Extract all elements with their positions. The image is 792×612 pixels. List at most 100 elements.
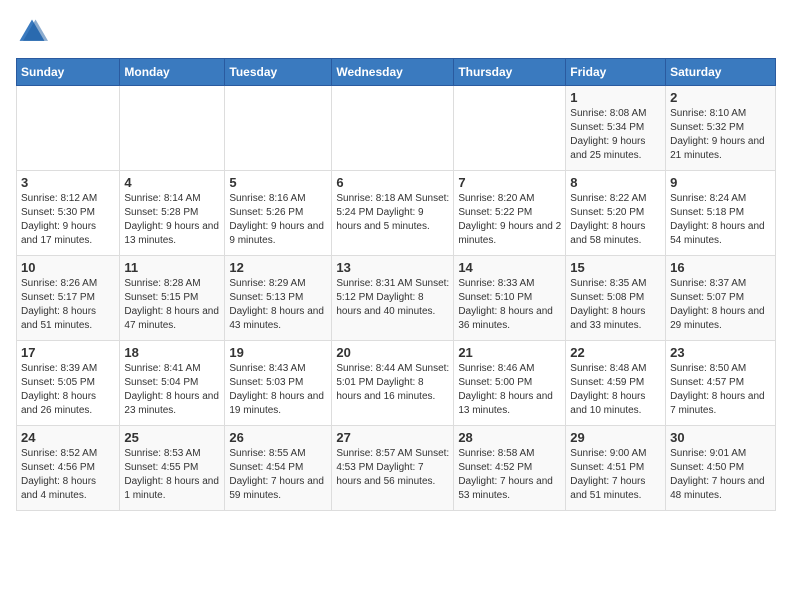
calendar-cell: 25Sunrise: 8:53 AM Sunset: 4:55 PM Dayli…	[120, 426, 225, 511]
day-info: Sunrise: 8:57 AM Sunset: 4:53 PM Dayligh…	[336, 447, 449, 489]
calendar-cell: 6 Sunrise: 8:18 AM Sunset: 5:24 PM Daylig…	[332, 171, 454, 256]
calendar-cell: 28 Sunrise: 8:58 AM Sunset: 4:52 PM Dayli…	[454, 426, 566, 511]
day-number: 17	[21, 345, 115, 360]
header-day: Monday	[120, 59, 225, 86]
day-number: 4	[124, 175, 220, 190]
day-number: 29	[570, 430, 661, 445]
header-day: Tuesday	[225, 59, 332, 86]
calendar-cell: 1 Sunrise: 8:08 AM Sunset: 5:34 PM Daylig…	[566, 86, 666, 171]
page-header	[16, 16, 776, 48]
calendar-cell: 2 Sunrise: 8:10 AM Sunset: 5:32 PM Daylig…	[666, 86, 776, 171]
day-number: 14	[458, 260, 561, 275]
day-number: 10	[21, 260, 115, 275]
day-number: 28	[458, 430, 561, 445]
day-number: 6	[336, 175, 449, 190]
day-info: Sunrise: 8:20 AM Sunset: 5:22 PM Dayligh…	[458, 192, 561, 248]
calendar-cell: 10 Sunrise: 8:26 AM Sunset: 5:17 PM Dayli…	[17, 256, 120, 341]
calendar-cell: 29 Sunrise: 9:00 AM Sunset: 4:51 PM Dayli…	[566, 426, 666, 511]
day-number: 18	[124, 345, 220, 360]
logo-icon	[16, 16, 48, 48]
calendar-header: SundayMondayTuesdayWednesdayThursdayFrid…	[17, 59, 776, 86]
header-day: Thursday	[454, 59, 566, 86]
day-number: 22	[570, 345, 661, 360]
day-info: Sunrise: 8:16 AM Sunset: 5:26 PM Dayligh…	[229, 192, 327, 248]
day-number: 20	[336, 345, 449, 360]
day-number: 25	[124, 430, 220, 445]
day-number: 27	[336, 430, 449, 445]
day-info: Sunrise: 8:29 AM Sunset: 5:13 PM Dayligh…	[229, 277, 327, 333]
calendar-cell: 12 Sunrise: 8:29 AM Sunset: 5:13 PM Dayli…	[225, 256, 332, 341]
calendar-cell: 19 Sunrise: 8:43 AM Sunset: 5:03 PM Dayli…	[225, 341, 332, 426]
calendar-cell: 20 Sunrise: 8:44 AM Sunset: 5:01 PM Dayli…	[332, 341, 454, 426]
logo	[16, 16, 52, 48]
calendar-cell: 8Sunrise: 8:22 AM Sunset: 5:20 PM Daylig…	[566, 171, 666, 256]
day-number: 3	[21, 175, 115, 190]
day-number: 1	[570, 90, 661, 105]
day-number: 26	[229, 430, 327, 445]
day-info: Sunrise: 9:01 AM Sunset: 4:50 PM Dayligh…	[670, 447, 771, 503]
calendar-cell: 7 Sunrise: 8:20 AM Sunset: 5:22 PM Daylig…	[454, 171, 566, 256]
header-day: Sunday	[17, 59, 120, 86]
day-number: 13	[336, 260, 449, 275]
day-info: Sunrise: 8:18 AM Sunset: 5:24 PM Dayligh…	[336, 192, 449, 234]
day-number: 19	[229, 345, 327, 360]
calendar-cell: 24 Sunrise: 8:52 AM Sunset: 4:56 PM Dayli…	[17, 426, 120, 511]
day-number: 9	[670, 175, 771, 190]
day-info: Sunrise: 8:39 AM Sunset: 5:05 PM Dayligh…	[21, 362, 115, 418]
day-number: 30	[670, 430, 771, 445]
calendar-cell: 9 Sunrise: 8:24 AM Sunset: 5:18 PM Daylig…	[666, 171, 776, 256]
day-info: Sunrise: 8:26 AM Sunset: 5:17 PM Dayligh…	[21, 277, 115, 333]
day-number: 2	[670, 90, 771, 105]
day-number: 16	[670, 260, 771, 275]
day-info: Sunrise: 8:37 AM Sunset: 5:07 PM Dayligh…	[670, 277, 771, 333]
calendar-cell: 26 Sunrise: 8:55 AM Sunset: 4:54 PM Dayli…	[225, 426, 332, 511]
day-number: 12	[229, 260, 327, 275]
header-row: SundayMondayTuesdayWednesdayThursdayFrid…	[17, 59, 776, 86]
day-info: Sunrise: 8:24 AM Sunset: 5:18 PM Dayligh…	[670, 192, 771, 248]
day-number: 21	[458, 345, 561, 360]
header-day: Saturday	[666, 59, 776, 86]
day-number: 24	[21, 430, 115, 445]
calendar-cell	[17, 86, 120, 171]
day-info: Sunrise: 8:33 AM Sunset: 5:10 PM Dayligh…	[458, 277, 561, 333]
calendar-cell	[332, 86, 454, 171]
day-info: Sunrise: 8:12 AM Sunset: 5:30 PM Dayligh…	[21, 192, 115, 248]
calendar-cell: 27 Sunrise: 8:57 AM Sunset: 4:53 PM Dayli…	[332, 426, 454, 511]
calendar-week-row: 17 Sunrise: 8:39 AM Sunset: 5:05 PM Dayli…	[17, 341, 776, 426]
header-day: Friday	[566, 59, 666, 86]
day-number: 11	[124, 260, 220, 275]
calendar-cell: 5 Sunrise: 8:16 AM Sunset: 5:26 PM Daylig…	[225, 171, 332, 256]
calendar-body: 1 Sunrise: 8:08 AM Sunset: 5:34 PM Daylig…	[17, 86, 776, 511]
calendar-cell	[454, 86, 566, 171]
day-info: Sunrise: 8:43 AM Sunset: 5:03 PM Dayligh…	[229, 362, 327, 418]
day-number: 7	[458, 175, 561, 190]
calendar-cell: 11 Sunrise: 8:28 AM Sunset: 5:15 PM Dayli…	[120, 256, 225, 341]
day-number: 5	[229, 175, 327, 190]
calendar-cell: 22Sunrise: 8:48 AM Sunset: 4:59 PM Dayli…	[566, 341, 666, 426]
calendar-week-row: 1 Sunrise: 8:08 AM Sunset: 5:34 PM Daylig…	[17, 86, 776, 171]
day-info: Sunrise: 8:58 AM Sunset: 4:52 PM Dayligh…	[458, 447, 561, 503]
calendar-cell: 18Sunrise: 8:41 AM Sunset: 5:04 PM Dayli…	[120, 341, 225, 426]
calendar-week-row: 10 Sunrise: 8:26 AM Sunset: 5:17 PM Dayli…	[17, 256, 776, 341]
calendar-cell: 21Sunrise: 8:46 AM Sunset: 5:00 PM Dayli…	[454, 341, 566, 426]
day-info: Sunrise: 8:10 AM Sunset: 5:32 PM Dayligh…	[670, 107, 771, 163]
calendar-cell: 16 Sunrise: 8:37 AM Sunset: 5:07 PM Dayli…	[666, 256, 776, 341]
day-info: Sunrise: 8:28 AM Sunset: 5:15 PM Dayligh…	[124, 277, 220, 333]
calendar-cell: 14 Sunrise: 8:33 AM Sunset: 5:10 PM Dayli…	[454, 256, 566, 341]
day-info: Sunrise: 8:44 AM Sunset: 5:01 PM Dayligh…	[336, 362, 449, 404]
day-info: Sunrise: 8:52 AM Sunset: 4:56 PM Dayligh…	[21, 447, 115, 503]
day-info: Sunrise: 8:08 AM Sunset: 5:34 PM Dayligh…	[570, 107, 661, 163]
day-info: Sunrise: 9:00 AM Sunset: 4:51 PM Dayligh…	[570, 447, 661, 503]
day-info: Sunrise: 8:22 AM Sunset: 5:20 PM Dayligh…	[570, 192, 661, 248]
calendar-cell: 30 Sunrise: 9:01 AM Sunset: 4:50 PM Dayli…	[666, 426, 776, 511]
calendar-table: SundayMondayTuesdayWednesdayThursdayFrid…	[16, 58, 776, 511]
day-number: 15	[570, 260, 661, 275]
day-info: Sunrise: 8:55 AM Sunset: 4:54 PM Dayligh…	[229, 447, 327, 503]
calendar-cell: 15Sunrise: 8:35 AM Sunset: 5:08 PM Dayli…	[566, 256, 666, 341]
day-info: Sunrise: 8:14 AM Sunset: 5:28 PM Dayligh…	[124, 192, 220, 248]
header-day: Wednesday	[332, 59, 454, 86]
calendar-cell	[225, 86, 332, 171]
calendar-cell: 23Sunrise: 8:50 AM Sunset: 4:57 PM Dayli…	[666, 341, 776, 426]
calendar-week-row: 3 Sunrise: 8:12 AM Sunset: 5:30 PM Daylig…	[17, 171, 776, 256]
calendar-cell: 4 Sunrise: 8:14 AM Sunset: 5:28 PM Daylig…	[120, 171, 225, 256]
